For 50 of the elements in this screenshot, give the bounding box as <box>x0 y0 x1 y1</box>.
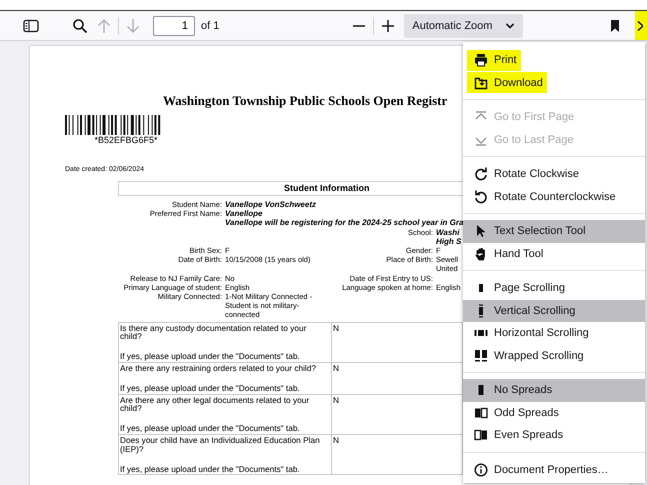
two-pages-icon <box>474 406 488 420</box>
sidebar-icon <box>23 18 39 32</box>
bookmark-icon <box>610 18 620 32</box>
cursor-icon <box>474 224 488 238</box>
chevron-down-icon <box>505 22 516 30</box>
menu-item[interactable]: Download <box>463 72 645 94</box>
field-value: Vanellope <box>225 209 264 218</box>
two-pages-icon <box>474 428 488 442</box>
menu-item[interactable]: Page Scrolling <box>463 277 645 300</box>
menu-item[interactable]: No Spreads <box>463 379 645 402</box>
field-value: Vanellope will be registering for the 2024-25 school year in Gra <box>225 218 463 228</box>
menu-item[interactable]: Vertical Scrolling <box>463 300 645 322</box>
printer-icon <box>474 53 488 68</box>
answer-cell: N <box>332 362 462 394</box>
hand-icon <box>474 246 488 261</box>
download-icon <box>474 76 488 90</box>
field-value: Vanellope VonSchweetz <box>225 200 317 210</box>
menu-item[interactable]: Text Selection Tool <box>463 220 645 242</box>
zoom-dropdown[interactable]: Automatic Zoom <box>404 14 524 38</box>
minus-icon <box>353 24 366 26</box>
menu-item[interactable]: Rotate Counterclockwise <box>463 186 645 208</box>
info-icon <box>474 462 488 477</box>
plus-icon <box>381 18 396 32</box>
page-count: of 1 <box>201 20 220 32</box>
rotate-counterclockwise-icon <box>474 190 488 204</box>
menu-item[interactable]: Rotate Clockwise <box>463 163 645 186</box>
menu-item[interactable]: Even Spreads <box>463 424 645 446</box>
question-cell: Are there any other legal documents related to your child? If yes, please upload under the "Documents" tab. <box>118 394 332 435</box>
search-icon <box>72 18 88 34</box>
menu-item[interactable]: Hand Tool <box>463 242 645 265</box>
menu-item[interactable]: Horizontal Scrolling <box>463 322 645 344</box>
tools-button[interactable] <box>635 11 647 40</box>
menu-item[interactable]: Wrapped Scrolling <box>463 344 645 367</box>
chevron-right-icon <box>635 20 643 32</box>
page-number-field[interactable]: 1 <box>153 16 195 36</box>
menu-item[interactable]: Odd Spreads <box>463 402 645 424</box>
section-header: Student Information <box>118 181 463 196</box>
answer-cell: N <box>332 322 462 363</box>
barcode-text: *B52EFBG6F5* <box>94 135 158 145</box>
menu-item[interactable]: Print <box>463 49 645 72</box>
rotate-clockwise-icon <box>474 167 488 182</box>
question-cell: Does your child have an Individualized Education Plan (IEP)? If yes, please upload under the "Documents" tab. <box>118 434 332 475</box>
question-cell: Are there any restraining orders related to your child? If yes, please upload under the "Documents" tab. <box>118 362 332 394</box>
field-value: Washi High S <box>436 228 462 246</box>
document-title: Washington Township Public Schools Open Registr <box>163 93 448 109</box>
arrow-down-icon <box>126 18 140 34</box>
menu-item[interactable]: Document Properties… <box>463 458 645 481</box>
question-cell: Is there any custody documentation related to your child? If yes, please upload under the "Documents" tab. <box>118 322 332 363</box>
arrow-up-icon <box>97 18 111 34</box>
grid-pages-icon <box>474 348 488 363</box>
